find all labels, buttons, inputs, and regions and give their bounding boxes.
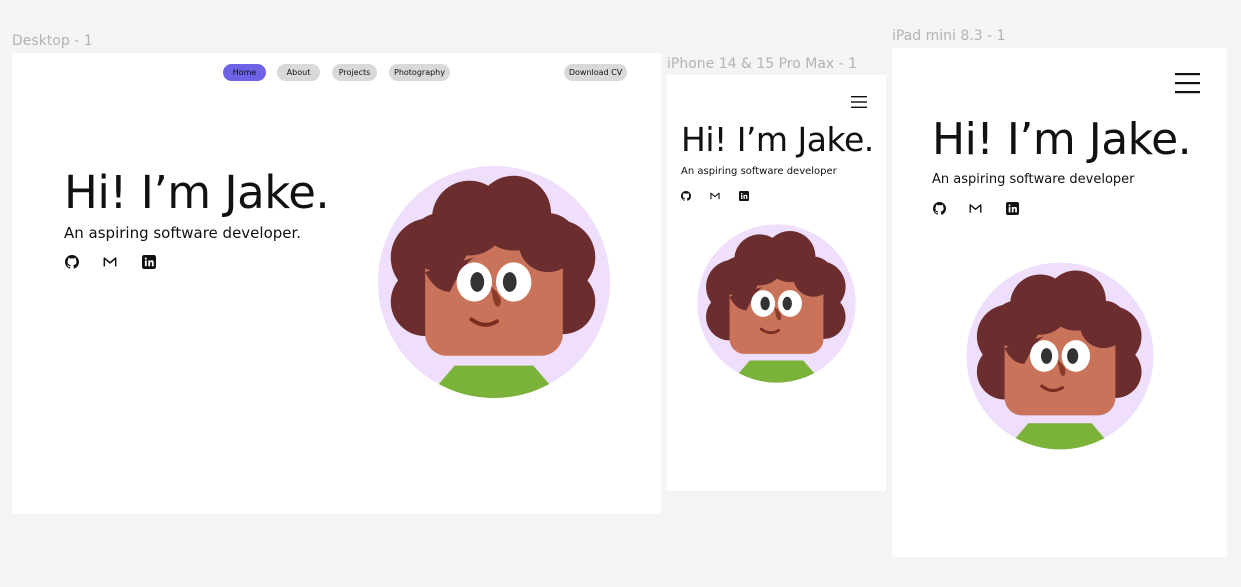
github-icon[interactable]	[933, 202, 946, 215]
gmail-icon[interactable]	[969, 202, 982, 215]
hero-subtitle: An aspiring software developer	[932, 172, 1135, 187]
nav-about-button[interactable]: About	[277, 64, 320, 81]
hero-title: Hi! I’m Jake.	[681, 120, 874, 159]
nav-projects-button[interactable]: Projects	[332, 64, 377, 81]
desktop-frame: Home About Projects Photography Download…	[12, 53, 661, 514]
ipad-frame: Hi! I’m Jake. An aspiring software devel…	[892, 48, 1227, 557]
linkedin-icon[interactable]	[142, 255, 156, 269]
hero-title: Hi! I’m Jake.	[64, 166, 330, 219]
hero-subtitle: An aspiring software developer	[681, 166, 837, 177]
nav-home-button[interactable]: Home	[223, 64, 266, 81]
nav-photography-button[interactable]: Photography	[389, 64, 450, 81]
avatar	[696, 223, 857, 384]
ipad-frame-label: iPad mini 8.3 - 1	[892, 28, 1006, 44]
hero-subtitle: An aspiring software developer.	[64, 224, 302, 242]
linkedin-icon[interactable]	[1006, 202, 1019, 215]
github-icon[interactable]	[681, 191, 691, 201]
linkedin-icon[interactable]	[739, 191, 749, 201]
download-cv-button[interactable]: Download CV	[564, 64, 627, 81]
desktop-frame-label: Desktop - 1	[12, 33, 93, 49]
avatar	[965, 261, 1155, 451]
iphone-frame-label: iPhone 14 & 15 Pro Max - 1	[667, 56, 858, 72]
github-icon[interactable]	[65, 255, 79, 269]
avatar	[376, 164, 612, 400]
iphone-frame: Hi! I’m Jake. An aspiring software devel…	[667, 75, 886, 491]
menu-icon[interactable]	[1175, 72, 1200, 94]
gmail-icon[interactable]	[710, 191, 720, 201]
gmail-icon[interactable]	[103, 255, 117, 269]
hero-title: Hi! I’m Jake.	[932, 114, 1192, 165]
menu-icon[interactable]	[851, 95, 867, 109]
